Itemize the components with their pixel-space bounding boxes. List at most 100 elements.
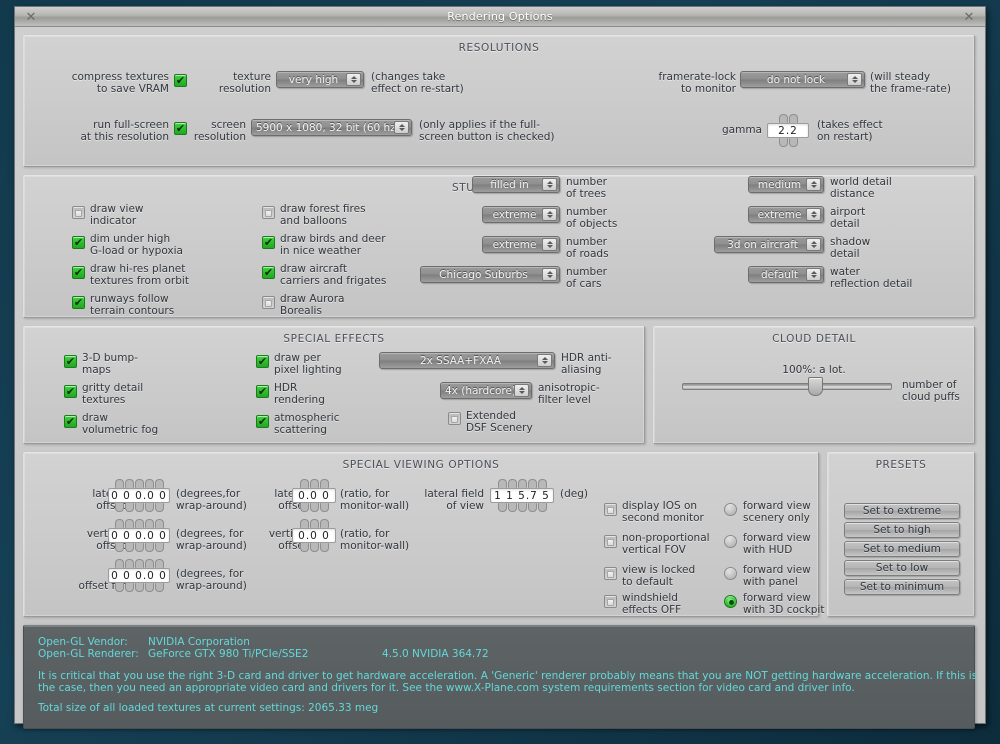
arrow-down-icon[interactable] — [124, 543, 134, 552]
arrow-down-icon[interactable] — [114, 583, 124, 592]
arrow-down-icon[interactable] — [537, 503, 547, 512]
arrow-down-icon[interactable] — [144, 503, 154, 512]
checkbox-draw-draw-birds-and-deer-in-nice-weather[interactable] — [262, 236, 275, 249]
arrow-up-icon[interactable] — [114, 559, 124, 568]
arrow-up-icon[interactable] — [309, 519, 319, 528]
arrow-up-icon[interactable] — [497, 479, 507, 488]
checkbox-fx-atmospheric-scattering[interactable] — [256, 415, 269, 428]
dropdown-hdr-antialiasing[interactable]: 2x SSAA+FXAA — [379, 352, 555, 369]
arrow-up-icon[interactable] — [114, 479, 124, 488]
close-icon-right[interactable]: ✕ — [961, 9, 977, 25]
spinner-up-arrows[interactable] — [292, 519, 336, 528]
arrow-up-icon[interactable] — [154, 519, 164, 528]
checkbox-view-non-proportional-vertical-fov[interactable] — [604, 535, 617, 548]
spinner-vertical-offset-4[interactable]: 0.0 0 — [292, 519, 336, 552]
spinner-up-arrows[interactable] — [108, 519, 170, 528]
spinner-down-arrows[interactable] — [292, 543, 336, 552]
checkbox-fx-draw-per-pixel-lighting[interactable] — [256, 355, 269, 368]
arrow-up-icon[interactable] — [134, 519, 144, 528]
dropdown-trees-objects-roads-cars-number-of-cars[interactable]: Chicago Suburbs — [420, 266, 560, 283]
arrow-up-icon[interactable] — [309, 479, 319, 488]
checkbox-draw-runways-follow-terrain-contours[interactable] — [72, 296, 85, 309]
preset-button-set-to-low[interactable]: Set to low — [844, 560, 960, 576]
arrow-down-icon[interactable] — [114, 503, 124, 512]
checkbox-fx-draw-volumetric-fog[interactable] — [64, 415, 77, 428]
arrow-down-icon[interactable] — [134, 583, 144, 592]
arrow-up-icon[interactable] — [124, 479, 134, 488]
checkbox-extended-dsf-scenery[interactable] — [448, 412, 461, 425]
spinner-down-arrows[interactable] — [108, 543, 170, 552]
arrow-down-icon[interactable] — [144, 583, 154, 592]
arrow-up-icon[interactable] — [299, 519, 309, 528]
arrow-up-icon[interactable] — [124, 519, 134, 528]
spinner-up-arrows[interactable] — [767, 114, 809, 123]
arrow-up-icon[interactable] — [144, 559, 154, 568]
arrow-down-icon[interactable] — [114, 543, 124, 552]
arrow-down-icon[interactable] — [497, 503, 507, 512]
arrow-down-icon[interactable] — [319, 503, 329, 512]
arrow-up-icon[interactable] — [154, 479, 164, 488]
spinner-up-arrows[interactable] — [490, 479, 554, 488]
arrow-down-icon[interactable] — [134, 543, 144, 552]
spinner-vertical-offset-1[interactable]: 0 0 0.0 0 — [108, 519, 170, 552]
dropdown-world-airport-shadow-water-water-reflection-detail[interactable]: default — [748, 266, 824, 283]
close-icon-left[interactable]: ✕ — [23, 9, 39, 25]
slider-cloud-puffs-track[interactable] — [682, 377, 892, 396]
spinner-vertical-offset-4-value[interactable]: 0.0 0 — [292, 528, 336, 543]
dropdown-world-airport-shadow-water-shadow-detail[interactable]: 3d on aircraft — [714, 236, 824, 253]
slider-cloud-puffs-knob[interactable] — [808, 377, 823, 396]
dropdown-world-airport-shadow-water-world-detail-distance[interactable]: medium — [748, 176, 824, 193]
arrow-up-icon[interactable] — [134, 479, 144, 488]
arrow-up-icon[interactable] — [134, 559, 144, 568]
radio-forward-view-with-panel[interactable] — [724, 567, 737, 580]
spinner-down-arrows[interactable] — [108, 583, 170, 592]
arrow-down-icon[interactable] — [154, 583, 164, 592]
radio-forward-view-with-3d-cockpit[interactable] — [724, 595, 737, 608]
arrow-down-icon[interactable] — [299, 503, 309, 512]
arrow-down-icon[interactable] — [309, 503, 319, 512]
preset-button-set-to-high[interactable]: Set to high — [844, 522, 960, 538]
arrow-down-icon[interactable] — [154, 503, 164, 512]
spinner-gamma-value[interactable]: 2.2 — [767, 123, 809, 138]
spinner-down-arrows[interactable] — [292, 503, 336, 512]
spinner-gamma[interactable]: 2.2 — [767, 114, 809, 147]
spinner-up-arrows[interactable] — [292, 479, 336, 488]
arrow-up-icon[interactable] — [154, 559, 164, 568]
arrow-up-icon[interactable] — [124, 559, 134, 568]
checkbox-draw-draw-hi-res-planet-textures-from-orbit[interactable] — [72, 266, 85, 279]
checkbox-compress-textures[interactable] — [174, 74, 187, 87]
spinner-lateral-offset-3[interactable]: 0.0 0 — [292, 479, 336, 512]
checkbox-draw-draw-aurora-borealis[interactable] — [262, 296, 275, 309]
arrow-down-icon[interactable] — [134, 503, 144, 512]
arrow-up-icon[interactable] — [114, 519, 124, 528]
spinner-vertical-offset-1-value[interactable]: 0 0 0.0 0 — [108, 528, 170, 543]
arrow-down-icon[interactable] — [154, 543, 164, 552]
checkbox-draw-draw-forest-fires-and-balloons[interactable] — [262, 206, 275, 219]
arrow-up-icon[interactable] — [299, 479, 309, 488]
spinner-down-arrows[interactable] — [490, 503, 554, 512]
radio-forward-view-with-hud[interactable] — [724, 535, 737, 548]
arrow-down-icon[interactable] — [144, 543, 154, 552]
arrow-up-icon[interactable] — [517, 479, 527, 488]
arrow-down-icon[interactable] — [124, 503, 134, 512]
preset-button-set-to-extreme[interactable]: Set to extreme — [844, 503, 960, 519]
checkbox-view-display-ios-on-second-monitor[interactable] — [604, 503, 617, 516]
arrow-down-icon[interactable] — [309, 543, 319, 552]
checkbox-fx-gritty-detail-textures[interactable] — [64, 385, 77, 398]
spinner-down-arrows[interactable] — [767, 138, 809, 147]
dropdown-trees-objects-roads-cars-number-of-trees[interactable]: filled in — [472, 176, 560, 193]
arrow-up-icon[interactable] — [144, 519, 154, 528]
arrow-up-icon[interactable] — [319, 479, 329, 488]
arrow-up-icon[interactable] — [144, 479, 154, 488]
dropdown-trees-objects-roads-cars-number-of-objects[interactable]: extreme — [482, 206, 560, 223]
arrow-up-icon[interactable] — [537, 479, 547, 488]
spinner-lateral-field-of-view-5[interactable]: 1 1 5.7 5 — [490, 479, 554, 512]
arrow-up-icon[interactable] — [507, 479, 517, 488]
spinner-down-arrows[interactable] — [108, 503, 170, 512]
spinner-up-arrows[interactable] — [108, 479, 170, 488]
arrow-down-icon[interactable] — [527, 503, 537, 512]
checkbox-view-windshield-effects-off[interactable] — [604, 595, 617, 608]
arrow-down-icon[interactable] — [124, 583, 134, 592]
spinner-lateral-offset-0[interactable]: 0 0 0.0 0 — [108, 479, 170, 512]
arrow-down-icon[interactable] — [299, 543, 309, 552]
